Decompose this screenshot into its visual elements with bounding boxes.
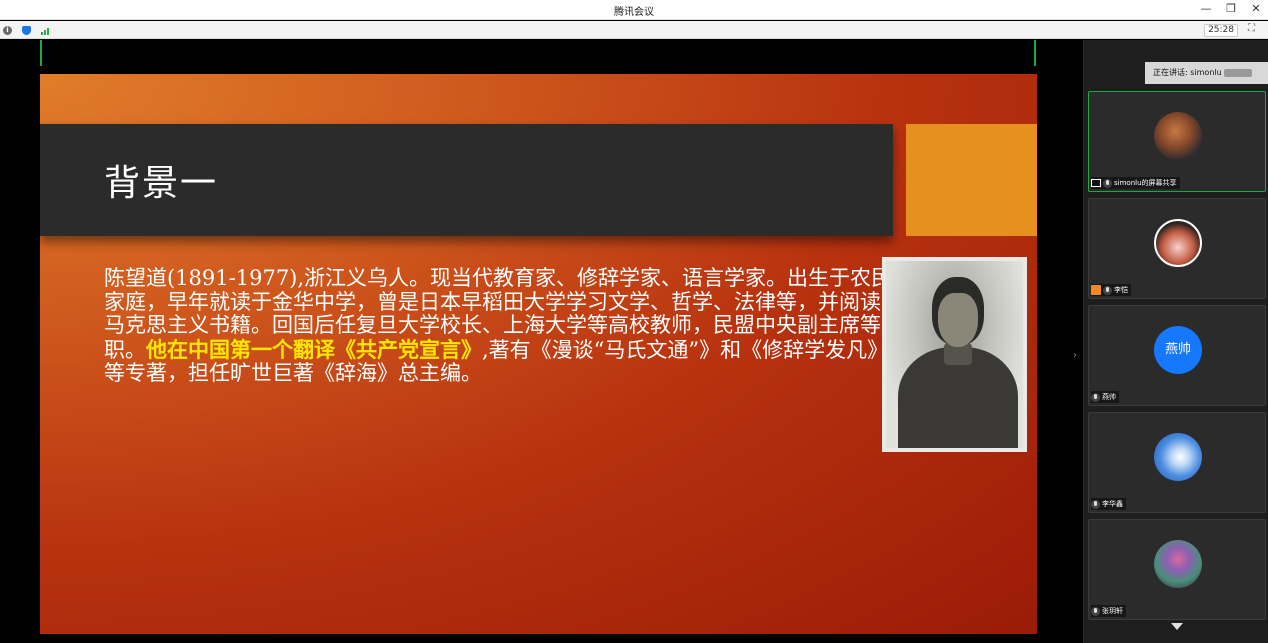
title-bar: 腾讯会议 — ❐ ✕	[0, 0, 1268, 20]
collapse-panel-icon[interactable]: ›	[1073, 350, 1077, 361]
shield-icon[interactable]	[22, 26, 31, 35]
microphone-icon	[1103, 178, 1112, 188]
participant-tile[interactable]: 张玥轩	[1088, 519, 1266, 620]
avatar	[1154, 112, 1202, 160]
portrait-photo	[882, 257, 1027, 452]
user-icon	[1091, 285, 1101, 295]
participant-name: 李恺	[1114, 286, 1128, 294]
speaking-name-blur	[1223, 68, 1252, 77]
body-text-highlight: 他在中国第一个翻译《共产党宣言》	[146, 336, 482, 362]
avatar	[1154, 219, 1202, 267]
avatar	[1154, 433, 1202, 481]
microphone-icon	[1091, 392, 1100, 402]
participant-label: 燕帅	[1091, 391, 1119, 403]
presentation-slide: 背景一 陈望道(1891-1977),浙江义乌人。现当代教育家、修辞学家、语言学…	[40, 74, 1037, 634]
window-controls: — ❐ ✕	[1200, 2, 1262, 16]
screen-share-icon	[1091, 179, 1101, 187]
slide-title: 背景一	[104, 163, 219, 204]
participants-panel: 正在讲话: simonlu simonlu的屏幕共享 李恺 燕帅 燕帅 李华鑫	[1083, 40, 1268, 643]
scroll-down-icon[interactable]	[1171, 623, 1183, 630]
share-border-marker-right	[1034, 40, 1036, 66]
microphone-icon	[1103, 285, 1112, 295]
fullscreen-icon[interactable]: ⛶	[1248, 24, 1258, 34]
participant-name: 张玥轩	[1102, 607, 1123, 615]
share-border-marker-left	[40, 40, 42, 66]
close-icon[interactable]: ✕	[1250, 2, 1262, 16]
microphone-icon	[1091, 606, 1100, 616]
participant-label: 张玥轩	[1091, 605, 1126, 617]
participant-name: simonlu的屏幕共享	[1114, 179, 1177, 187]
slide-title-banner: 背景一	[40, 124, 893, 236]
shared-screen-area: 背景一 陈望道(1891-1977),浙江义乌人。现当代教育家、修辞学家、语言学…	[0, 40, 1083, 643]
slide-accent-block	[906, 124, 1037, 236]
participant-label: 李华鑫	[1091, 498, 1126, 510]
participant-tile[interactable]: 李恺	[1088, 198, 1266, 299]
info-icon[interactable]: i	[3, 26, 12, 35]
meeting-status-bar: i 25:28 ⛶	[0, 21, 1268, 39]
participant-tile[interactable]: 燕帅 燕帅	[1088, 305, 1266, 406]
slide-body-text: 陈望道(1891-1977),浙江义乌人。现当代教育家、修辞学家、语言学家。出生…	[104, 266, 894, 386]
signal-icon[interactable]	[41, 26, 50, 35]
meeting-timer: 25:28	[1204, 24, 1238, 37]
participant-tile[interactable]: simonlu的屏幕共享	[1088, 91, 1266, 192]
microphone-icon	[1091, 499, 1100, 509]
portrait-face	[938, 293, 978, 347]
maximize-icon[interactable]: ❐	[1225, 2, 1237, 16]
minimize-icon[interactable]: —	[1200, 2, 1212, 16]
participant-label: simonlu的屏幕共享	[1091, 177, 1180, 189]
participant-label: 李恺	[1091, 284, 1131, 296]
speaking-indicator: 正在讲话: simonlu	[1145, 62, 1268, 84]
avatar: 燕帅	[1154, 326, 1202, 374]
avatar	[1154, 540, 1202, 588]
window-title: 腾讯会议	[614, 7, 654, 18]
participant-name: 李华鑫	[1102, 500, 1123, 508]
participant-name: 燕帅	[1102, 393, 1116, 401]
participant-tile[interactable]: 李华鑫	[1088, 412, 1266, 513]
portrait-image	[886, 261, 1023, 448]
speaking-label: 正在讲话: simonlu	[1153, 68, 1222, 77]
